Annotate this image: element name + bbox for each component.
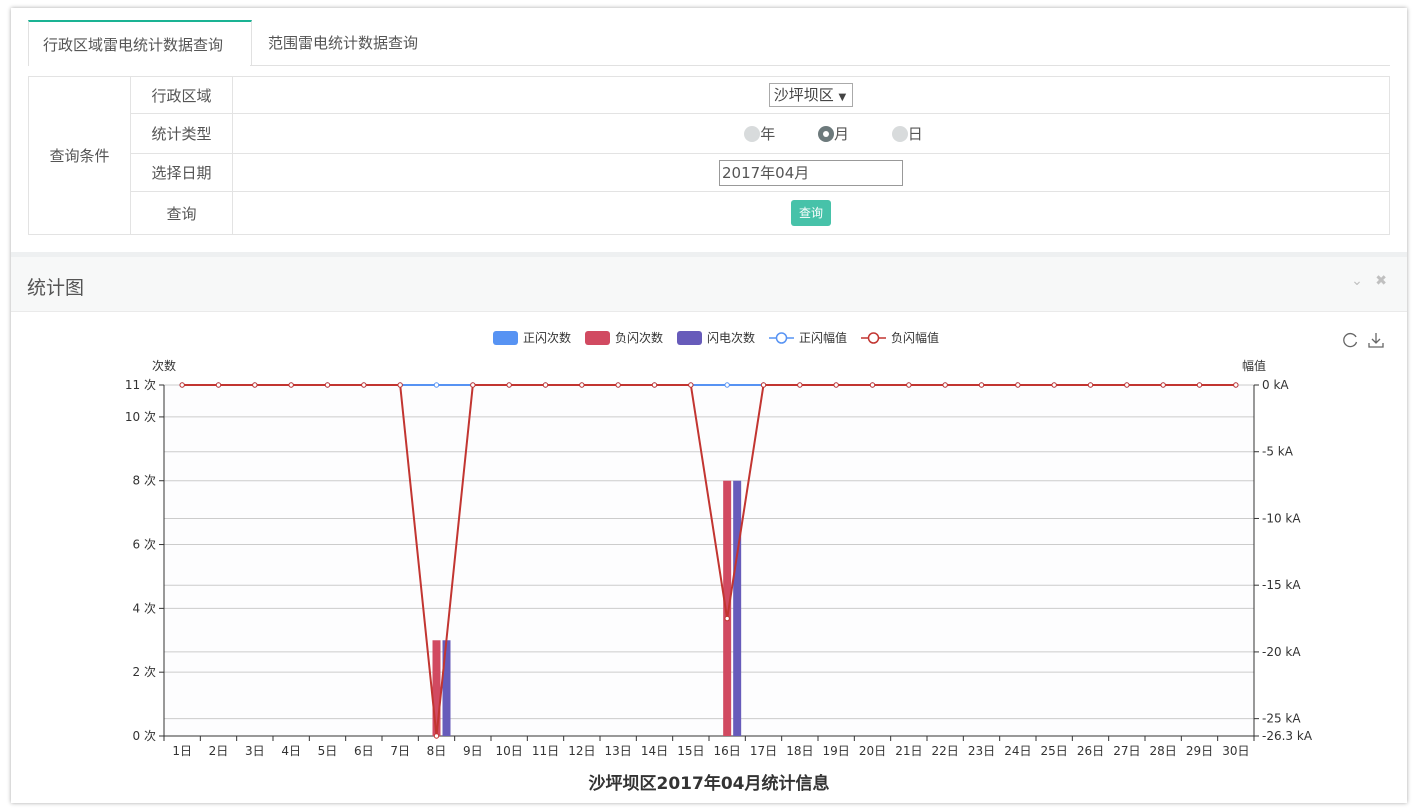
legend-label-正闪次数: 正闪次数 [523, 330, 571, 345]
legend-label-闪电次数: 闪电次数 [707, 330, 755, 345]
x-tick-label-0: 1日 [172, 744, 192, 758]
refresh-icon[interactable] [1343, 332, 1358, 348]
x-tick-label-6: 7日 [390, 744, 410, 758]
x-tick-label-19: 20日 [859, 744, 886, 758]
left-axis-name: 次数 [152, 358, 176, 373]
bar-负闪次数-16日 [723, 480, 732, 736]
x-tick-label-16: 17日 [750, 744, 777, 758]
point-正闪幅值-8日 [433, 382, 440, 388]
bar-负闪次数-8日 [432, 640, 441, 736]
right-tick-label-5: -25 kA [1262, 712, 1301, 726]
point-负闪幅值-11日 [542, 382, 549, 388]
legend-marker-正闪幅值 [775, 332, 788, 344]
left-tick-label-3: 6 次 [133, 538, 156, 552]
right-tick-label-6: -26.3 kA [1262, 729, 1313, 743]
point-负闪幅值-22日 [942, 382, 948, 388]
left-tick-label-6: 11 次 [125, 378, 156, 392]
x-tick-label-21: 22日 [932, 744, 959, 758]
point-负闪幅值-20日 [869, 382, 876, 388]
x-tick-label-12: 13日 [605, 744, 632, 758]
point-负闪幅值-5日 [324, 382, 331, 388]
right-tick-label-3: -15 kA [1262, 578, 1301, 592]
legend-label-正闪幅值: 正闪幅值 [799, 330, 847, 345]
point-负闪幅值-7日 [397, 382, 403, 388]
x-tick-label-14: 15日 [677, 744, 704, 758]
chart-svg: 0 次 2 次 4 次 6 次 8 次 10 次 11 次 0 kA -5 kA -10 kA -1… [125, 330, 1384, 794]
point-负闪幅值-6日 [361, 382, 367, 388]
point-负闪幅值-2日 [215, 382, 222, 388]
point-负闪幅值-9日 [470, 382, 476, 388]
point-负闪幅值-21日 [906, 382, 912, 388]
point-负闪幅值-29日 [1196, 382, 1203, 388]
point-负闪幅值-1日 [179, 382, 185, 388]
x-tick-label-17: 18日 [786, 744, 813, 758]
bar-闪电次数-8日 [442, 640, 451, 736]
download-icon-path [1368, 333, 1384, 348]
point-负闪幅值-27日 [1124, 382, 1130, 388]
legend-swatch-负闪次数 [585, 331, 610, 345]
legend-swatch-闪电次数 [677, 331, 702, 345]
x-tick-label-18: 19日 [823, 744, 850, 758]
point-负闪幅值-4日 [288, 382, 294, 388]
x-tick-label-24: 25日 [1041, 744, 1068, 758]
legend-swatch-正闪次数 [493, 331, 518, 345]
point-负闪幅值-30日 [1233, 382, 1239, 388]
point-正闪幅值-16日 [724, 382, 730, 388]
x-tick-label-4: 5日 [318, 744, 338, 758]
point-负闪幅值-23日 [978, 382, 985, 388]
x-tick-label-5: 6日 [354, 744, 374, 758]
point-负闪幅值-15日 [688, 382, 694, 388]
point-负闪幅值-16日 [724, 615, 730, 622]
x-tick-label-9: 10日 [496, 744, 523, 758]
plot-area [164, 385, 1254, 736]
right-tick-label-4: -20 kA [1262, 645, 1301, 659]
x-tick-label-2: 3日 [245, 744, 265, 758]
right-tick-label-2: -10 kA [1262, 511, 1301, 525]
bar-闪电次数-16日 [733, 480, 742, 736]
x-tick-label-22: 23日 [968, 744, 995, 758]
legend-label-负闪次数: 负闪次数 [615, 330, 663, 345]
point-负闪幅值-3日 [252, 382, 258, 388]
left-tick-label-4: 8 次 [133, 474, 156, 488]
point-负闪幅值-26日 [1087, 382, 1094, 388]
x-tick-label-15: 16日 [714, 744, 741, 758]
left-tick-label-0: 0 次 [133, 729, 156, 743]
point-负闪幅值-12日 [579, 382, 585, 388]
x-tick-label-28: 29日 [1186, 744, 1213, 758]
x-tick-label-8: 9日 [463, 744, 483, 758]
x-tick-label-20: 21日 [895, 744, 922, 758]
right-tick-label-1: -5 kA [1262, 445, 1294, 459]
point-负闪幅值-13日 [615, 382, 621, 388]
left-tick-label-1: 2 次 [133, 665, 156, 679]
left-tick-label-5: 10 次 [125, 410, 156, 424]
x-tick-label-3: 4日 [281, 744, 301, 758]
left-tick-label-2: 4 次 [133, 601, 156, 615]
x-tick-label-26: 27日 [1113, 744, 1140, 758]
legend-label-负闪幅值: 负闪幅值 [891, 330, 939, 345]
chart-title: 沙坪坝区2017年04月统计信息 [589, 773, 830, 794]
point-负闪幅值-10日 [506, 382, 512, 388]
point-负闪幅值-28日 [1160, 382, 1166, 388]
point-负闪幅值-14日 [651, 382, 658, 388]
right-tick-label-0: 0 kA [1262, 378, 1289, 392]
x-tick-label-13: 14日 [641, 744, 668, 758]
x-tick-label-1: 2日 [209, 744, 229, 758]
point-负闪幅值-8日 [433, 733, 440, 739]
x-tick-label-29: 30日 [1222, 744, 1249, 758]
point-负闪幅值-25日 [1051, 382, 1057, 388]
x-tick-label-7: 8日 [427, 744, 447, 758]
x-tick-label-10: 11日 [532, 744, 559, 758]
x-tick-label-11: 12日 [568, 744, 595, 758]
x-tick-label-27: 28日 [1150, 744, 1177, 758]
x-tick-label-23: 24日 [1004, 744, 1031, 758]
right-axis-name: 幅值 [1242, 358, 1266, 373]
point-负闪幅值-19日 [833, 382, 839, 388]
legend-marker-负闪幅值 [867, 332, 880, 344]
point-负闪幅值-18日 [797, 382, 803, 388]
point-负闪幅值-24日 [1015, 382, 1021, 388]
download-icon[interactable] [1368, 333, 1384, 348]
point-负闪幅值-17日 [760, 382, 767, 388]
x-tick-label-25: 26日 [1077, 744, 1104, 758]
refresh-icon-arc [1343, 332, 1358, 348]
